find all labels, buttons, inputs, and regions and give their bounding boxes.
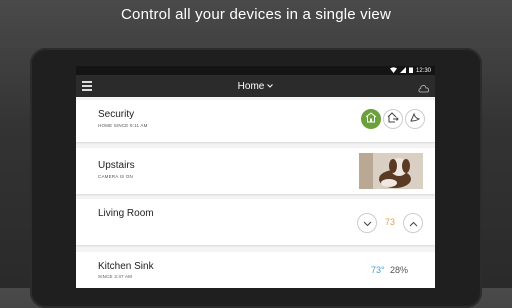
away-mode-button[interactable] [383, 109, 403, 129]
security-mode-group [361, 109, 425, 129]
chevron-down-icon [363, 214, 372, 232]
battery-icon [408, 67, 413, 75]
night-mode-button[interactable] [405, 109, 425, 129]
chevron-down-icon [267, 83, 274, 90]
app-bar: Home [76, 75, 435, 97]
home-selector[interactable]: Home [238, 81, 274, 92]
living-room-title: Living Room [98, 208, 154, 219]
security-subtitle: HOME SINCE 9:11 AM [98, 123, 148, 128]
setpoint-value: 73 [385, 217, 396, 227]
kitchen-sink-subtitle: SINCE 3:47 AM [98, 274, 133, 279]
cloud-icon[interactable] [418, 80, 429, 98]
wifi-icon [389, 66, 397, 75]
upstairs-card[interactable]: Upstairs CAMERA IS ON [76, 148, 435, 194]
chevron-up-icon [409, 214, 418, 232]
setpoint-down-button[interactable] [357, 213, 377, 233]
status-bar: 12:30 [76, 66, 435, 75]
security-title: Security [98, 109, 135, 120]
sink-temperature: 73° [371, 265, 385, 275]
kitchen-sink-card[interactable]: Kitchen Sink SINCE 3:47 AM 73° 28% [76, 252, 435, 288]
camera-thumbnail[interactable] [359, 153, 423, 189]
kitchen-sink-title: Kitchen Sink [98, 261, 154, 272]
setpoint-up-button[interactable] [403, 213, 423, 233]
living-room-card[interactable]: Living Room 73 [76, 199, 435, 245]
app-screen: 12:30 Home Security HOME SINCE 9:11 AM U… [76, 66, 435, 288]
headline: Control all your devices in a single vie… [121, 6, 391, 23]
home-mode-button[interactable] [361, 109, 381, 129]
home-title: Home [237, 80, 265, 92]
upstairs-title: Upstairs [98, 160, 135, 171]
status-time: 12:30 [415, 67, 431, 74]
night-icon [409, 110, 421, 128]
home-icon [365, 110, 377, 128]
signal-icon [399, 66, 406, 75]
away-icon [387, 110, 399, 128]
sink-humidity: 28% [390, 265, 409, 275]
upstairs-subtitle: CAMERA IS ON [98, 174, 133, 179]
menu-icon[interactable] [82, 81, 92, 91]
security-card[interactable]: Security HOME SINCE 9:11 AM [76, 100, 435, 142]
